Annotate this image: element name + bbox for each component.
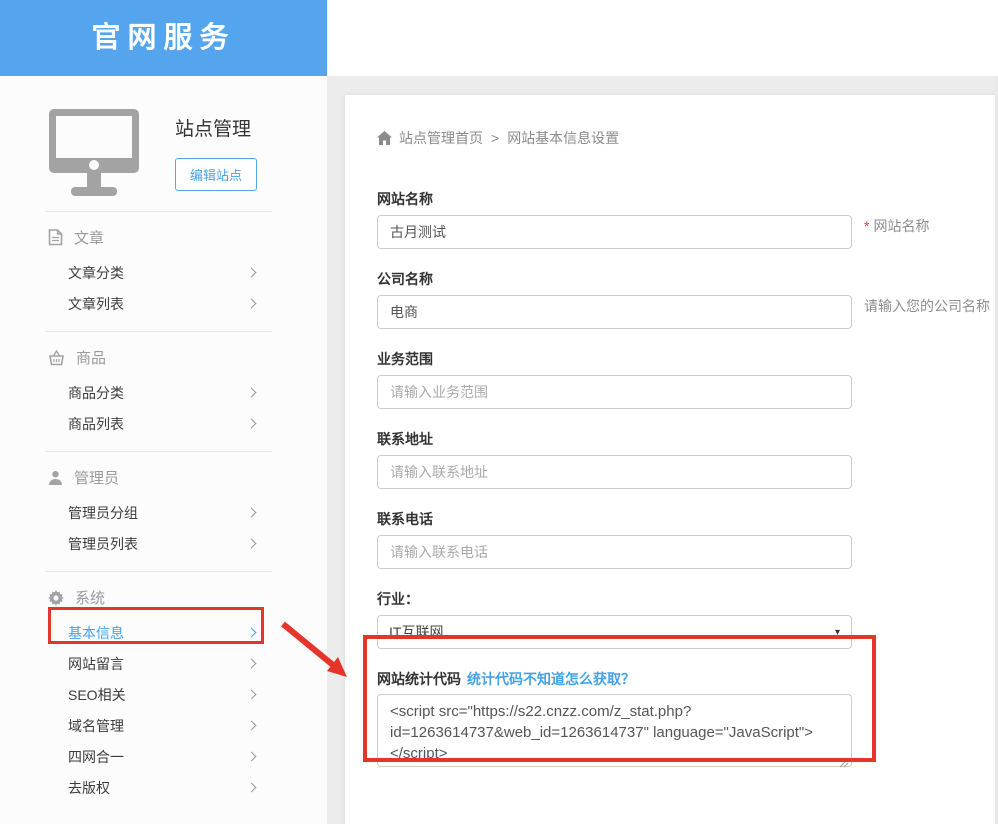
section-label: 文章 xyxy=(74,227,104,248)
main-area: 站点管理首页 > 网站基本信息设置 网站名称 *网站名称 公司名称 请输入您的公… xyxy=(327,76,998,824)
section-label: 系统 xyxy=(75,587,105,608)
app-logo: 官网服务 xyxy=(0,0,327,76)
section-label: 商品 xyxy=(76,347,106,368)
divider xyxy=(45,571,272,572)
sidebar-item-label: 基本信息 xyxy=(68,623,124,643)
company-name-input[interactable] xyxy=(377,295,852,329)
breadcrumb: 站点管理首页 > 网站基本信息设置 xyxy=(377,128,998,148)
chevron-right-icon xyxy=(247,539,257,549)
company-name-hint: 请输入您的公司名称 xyxy=(864,296,990,316)
sidebar-item-article-list[interactable]: 文章列表 xyxy=(0,288,327,319)
stats-code-textarea[interactable]: <script src="https://s22.cnzz.com/z_stat… xyxy=(377,694,852,767)
field-stats-code: 网站统计代码 统计代码不知道怎么获取？ <script src="https:/… xyxy=(377,669,852,772)
panel-title: 站点管理 xyxy=(175,114,257,141)
basic-info-form: 网站名称 *网站名称 公司名称 请输入您的公司名称 业务范围 联系地址 xyxy=(377,189,998,824)
chevron-right-icon xyxy=(247,268,257,278)
sidebar-section-goods: 商品 商品分类 商品列表 xyxy=(0,347,327,451)
sidebar-item-remove-copyright[interactable]: 去版权 xyxy=(0,772,327,803)
required-star: * xyxy=(864,218,869,234)
sidebar-section-admin: 管理员 管理员分组 管理员列表 xyxy=(0,467,327,571)
industry-label: 行业： xyxy=(377,589,852,609)
chevron-right-icon xyxy=(247,628,257,638)
contact-address-input[interactable] xyxy=(377,455,852,489)
sidebar-item-label: 管理员分组 xyxy=(68,503,138,523)
sidebar-item-label: 商品分类 xyxy=(68,383,124,403)
home-icon xyxy=(377,131,392,145)
section-head-admin: 管理员 xyxy=(48,467,327,488)
sidebar-item-label: 去版权 xyxy=(68,778,110,798)
section-head-article: 文章 xyxy=(48,227,327,248)
breadcrumb-separator: > xyxy=(491,130,499,146)
site-settings-page: 官网服务 站点管理 编辑站点 文章 xyxy=(0,0,998,824)
chevron-right-icon xyxy=(247,721,257,731)
field-site-name: 网站名称 *网站名称 xyxy=(377,189,852,249)
sidebar: 站点管理 编辑站点 文章 文章分类 文章列表 xyxy=(0,76,327,824)
site-name-hint: *网站名称 xyxy=(864,216,929,236)
section-head-goods: 商品 xyxy=(48,347,327,368)
sidebar-section-system: 系统 基本信息 网站留言 SEO相关 域名管理 四网合一 xyxy=(0,587,327,815)
breadcrumb-current: 网站基本信息设置 xyxy=(507,128,619,148)
industry-selected-value: IT互联网 xyxy=(389,622,443,642)
contact-phone-input[interactable] xyxy=(377,535,852,569)
content-card: 站点管理首页 > 网站基本信息设置 网站名称 *网站名称 公司名称 请输入您的公… xyxy=(345,95,998,824)
sidebar-item-four-in-one[interactable]: 四网合一 xyxy=(0,741,327,772)
article-icon xyxy=(48,229,63,246)
chevron-right-icon xyxy=(247,690,257,700)
chevron-right-icon xyxy=(247,419,257,429)
company-name-label: 公司名称 xyxy=(377,269,852,289)
sidebar-item-admin-group[interactable]: 管理员分组 xyxy=(0,497,327,528)
chevron-right-icon xyxy=(247,659,257,669)
sidebar-item-label: 文章列表 xyxy=(68,294,124,314)
sidebar-item-article-category[interactable]: 文章分类 xyxy=(0,257,327,288)
site-profile: 站点管理 编辑站点 xyxy=(0,76,327,211)
person-icon xyxy=(48,470,63,486)
edit-site-button[interactable]: 编辑站点 xyxy=(175,158,257,191)
section-head-system: 系统 xyxy=(48,587,327,608)
field-business-scope: 业务范围 xyxy=(377,349,852,409)
sidebar-section-article: 文章 文章分类 文章列表 xyxy=(0,227,327,331)
sidebar-item-label: 管理员列表 xyxy=(68,534,138,554)
site-name-input[interactable] xyxy=(377,215,852,249)
chevron-right-icon xyxy=(247,752,257,762)
sidebar-item-goods-category[interactable]: 商品分类 xyxy=(0,377,327,408)
stats-help-link[interactable]: 统计代码不知道怎么获取？ xyxy=(467,669,635,689)
sidebar-item-site-messages[interactable]: 网站留言 xyxy=(0,648,327,679)
chevron-right-icon xyxy=(247,508,257,518)
chevron-right-icon xyxy=(247,783,257,793)
sidebar-item-label: 商品列表 xyxy=(68,414,124,434)
industry-select[interactable]: IT互联网 ▾ xyxy=(377,615,852,649)
contact-phone-label: 联系电话 xyxy=(377,509,852,529)
sidebar-item-label: 网站留言 xyxy=(68,654,124,674)
chevron-right-icon xyxy=(247,299,257,309)
business-scope-input[interactable] xyxy=(377,375,852,409)
field-industry: 行业： IT互联网 ▾ xyxy=(377,589,852,649)
sidebar-item-domain[interactable]: 域名管理 xyxy=(0,710,327,741)
divider xyxy=(45,331,272,332)
stats-code-label: 网站统计代码 xyxy=(377,669,461,689)
sidebar-item-label: 四网合一 xyxy=(68,747,124,767)
divider xyxy=(45,451,272,452)
dropdown-arrow-icon: ▾ xyxy=(835,627,840,638)
divider xyxy=(45,211,272,212)
chevron-right-icon xyxy=(247,388,257,398)
field-contact-address: 联系地址 xyxy=(377,429,852,489)
section-label: 管理员 xyxy=(74,467,119,488)
sidebar-item-admin-list[interactable]: 管理员列表 xyxy=(0,528,327,559)
sidebar-item-seo[interactable]: SEO相关 xyxy=(0,679,327,710)
field-contact-phone: 联系电话 xyxy=(377,509,852,569)
gear-icon xyxy=(48,590,64,606)
sidebar-item-label: 文章分类 xyxy=(68,263,124,283)
breadcrumb-home[interactable]: 站点管理首页 xyxy=(399,128,483,148)
contact-address-label: 联系地址 xyxy=(377,429,852,449)
sidebar-item-label: 域名管理 xyxy=(68,716,124,736)
basket-icon xyxy=(48,350,65,366)
sidebar-item-label: SEO相关 xyxy=(68,685,126,705)
monitor-icon xyxy=(48,108,140,196)
sidebar-item-goods-list[interactable]: 商品列表 xyxy=(0,408,327,439)
field-company-name: 公司名称 请输入您的公司名称 xyxy=(377,269,852,329)
sidebar-item-basic-info[interactable]: 基本信息 xyxy=(0,617,327,648)
site-name-label: 网站名称 xyxy=(377,189,852,209)
business-scope-label: 业务范围 xyxy=(377,349,852,369)
